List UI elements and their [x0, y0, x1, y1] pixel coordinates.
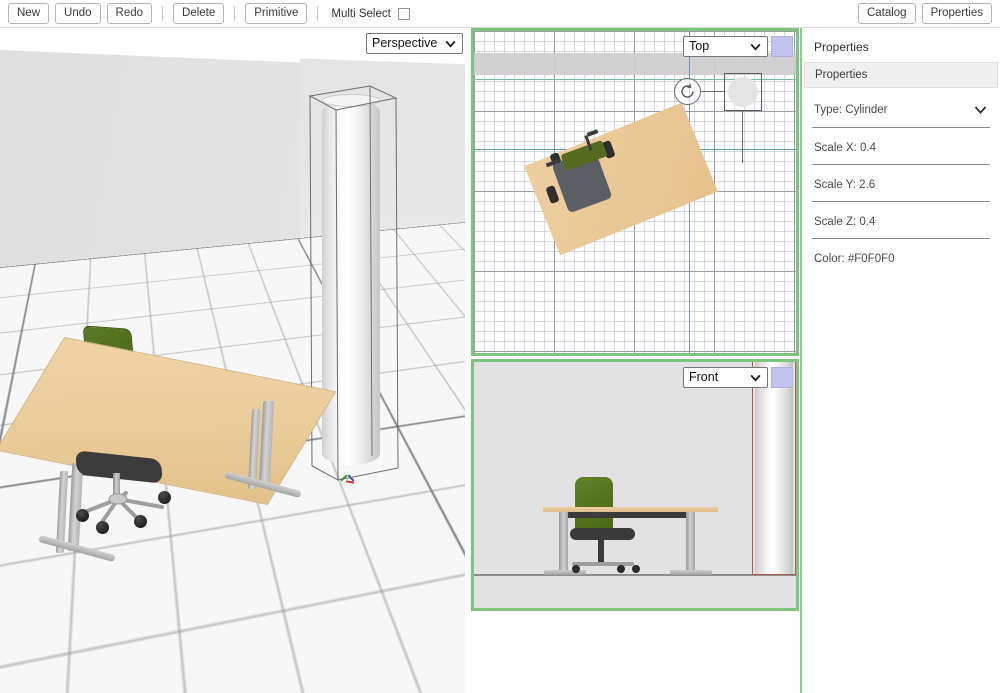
- chair-caster: [96, 521, 109, 534]
- property-scale-x-label: Scale X: 0.4: [814, 142, 877, 154]
- front-color-swatch[interactable]: [771, 367, 793, 388]
- front-view-controls: PerspectiveTopFrontSide: [683, 367, 793, 388]
- property-color-label: Color: #F0F0F0: [814, 253, 895, 265]
- property-color-row[interactable]: Color: #F0F0F0: [812, 239, 990, 275]
- scene-object-desk-group[interactable]: [0, 313, 348, 613]
- redo-button[interactable]: Redo: [106, 3, 153, 24]
- app-root: New Undo Redo Delete Primitive Multi Sel…: [0, 0, 1000, 693]
- front-view-chair-caster: [572, 565, 580, 573]
- front-view-chair-gas-lift: [598, 540, 604, 564]
- front-view-select[interactable]: PerspectiveTopFrontSide: [683, 367, 768, 388]
- selection-stem-line: [742, 111, 744, 163]
- front-view-floor-line: [474, 574, 796, 576]
- delete-button[interactable]: Delete: [173, 3, 225, 24]
- property-scale-z-label: Scale Z: 0.4: [814, 216, 876, 228]
- property-scale-z-row[interactable]: Scale Z: 0.4: [812, 202, 990, 239]
- front-view-desk-apron: [567, 512, 695, 518]
- main-toolbar: New Undo Redo Delete Primitive Multi Sel…: [0, 0, 1000, 28]
- primitive-button[interactable]: Primitive: [245, 3, 308, 24]
- front-view-chair-seat: [570, 528, 635, 540]
- catalog-button[interactable]: Catalog: [857, 3, 916, 24]
- property-type-row[interactable]: Type: Cylinder: [812, 88, 990, 128]
- chair-caster: [134, 515, 147, 528]
- multi-select-label: Multi Select: [331, 7, 391, 20]
- toolbar-separator: [162, 6, 164, 21]
- front-view-chair-base: [572, 562, 634, 566]
- perspective-view-controls: PerspectiveTopFrontSide: [366, 33, 465, 54]
- toolbar-left-group: New Undo Redo Delete Primitive Multi Sel…: [8, 3, 410, 24]
- gizmo-connector-line: [700, 91, 724, 93]
- viewport-perspective[interactable]: PerspectiveTopFrontSide: [0, 28, 465, 693]
- chair-caster: [76, 509, 89, 522]
- front-view-desk-foot-left: [544, 570, 586, 575]
- property-scale-x-row[interactable]: Scale X: 0.4: [812, 128, 990, 165]
- new-button[interactable]: New: [8, 3, 50, 24]
- properties-panel-tab[interactable]: Properties: [804, 62, 998, 88]
- viewport-top[interactable]: PerspectiveTopFrontSide: [471, 28, 799, 356]
- front-view-chair-caster: [632, 565, 640, 573]
- front-view-chair-backrest: [575, 477, 613, 531]
- top-view-cylinder[interactable]: [728, 77, 758, 107]
- front-view-desk-leg-left: [559, 512, 568, 574]
- property-type-label: Type: Cylinder: [814, 103, 888, 116]
- properties-panel: Properties Properties Type: Cylinder Sca…: [800, 28, 1000, 693]
- front-view-cylinder-selection-box[interactable]: [752, 362, 796, 575]
- toolbar-separator: [234, 6, 236, 21]
- undo-button[interactable]: Undo: [55, 3, 101, 24]
- rotate-icon: [681, 84, 694, 98]
- multi-select-control[interactable]: Multi Select: [331, 7, 410, 20]
- top-view-select-wrap[interactable]: PerspectiveTopFrontSide: [683, 36, 768, 57]
- toolbar-separator: [317, 6, 319, 21]
- property-scale-y-row[interactable]: Scale Y: 2.6: [812, 165, 990, 202]
- workspace: PerspectiveTopFrontSide: [0, 28, 1000, 693]
- front-view-select-wrap[interactable]: PerspectiveTopFrontSide: [683, 367, 768, 388]
- front-view-desk-foot-right: [670, 570, 712, 575]
- chevron-down-icon[interactable]: [973, 102, 988, 117]
- properties-panel-title: Properties: [814, 40, 869, 54]
- property-scale-y-label: Scale Y: 2.6: [814, 179, 876, 191]
- top-color-swatch[interactable]: [771, 36, 793, 57]
- toolbar-right-group: Catalog Properties: [857, 3, 992, 24]
- desk-tabletop: [0, 337, 337, 505]
- perspective-view-select-wrap[interactable]: PerspectiveTopFrontSide: [366, 33, 463, 54]
- properties-button[interactable]: Properties: [921, 3, 992, 24]
- front-view-desk-leg-right: [686, 512, 695, 574]
- chair-base-star: [80, 491, 164, 527]
- chair-caster: [158, 491, 171, 504]
- perspective-view-select[interactable]: PerspectiveTopFrontSide: [366, 33, 463, 54]
- front-view-chair-caster: [617, 565, 625, 573]
- top-view-controls: PerspectiveTopFrontSide: [683, 36, 793, 57]
- viewport-front[interactable]: PerspectiveTopFrontSide: [471, 359, 799, 611]
- multi-select-checkbox[interactable]: [397, 7, 410, 20]
- top-view-select[interactable]: PerspectiveTopFrontSide: [683, 36, 768, 57]
